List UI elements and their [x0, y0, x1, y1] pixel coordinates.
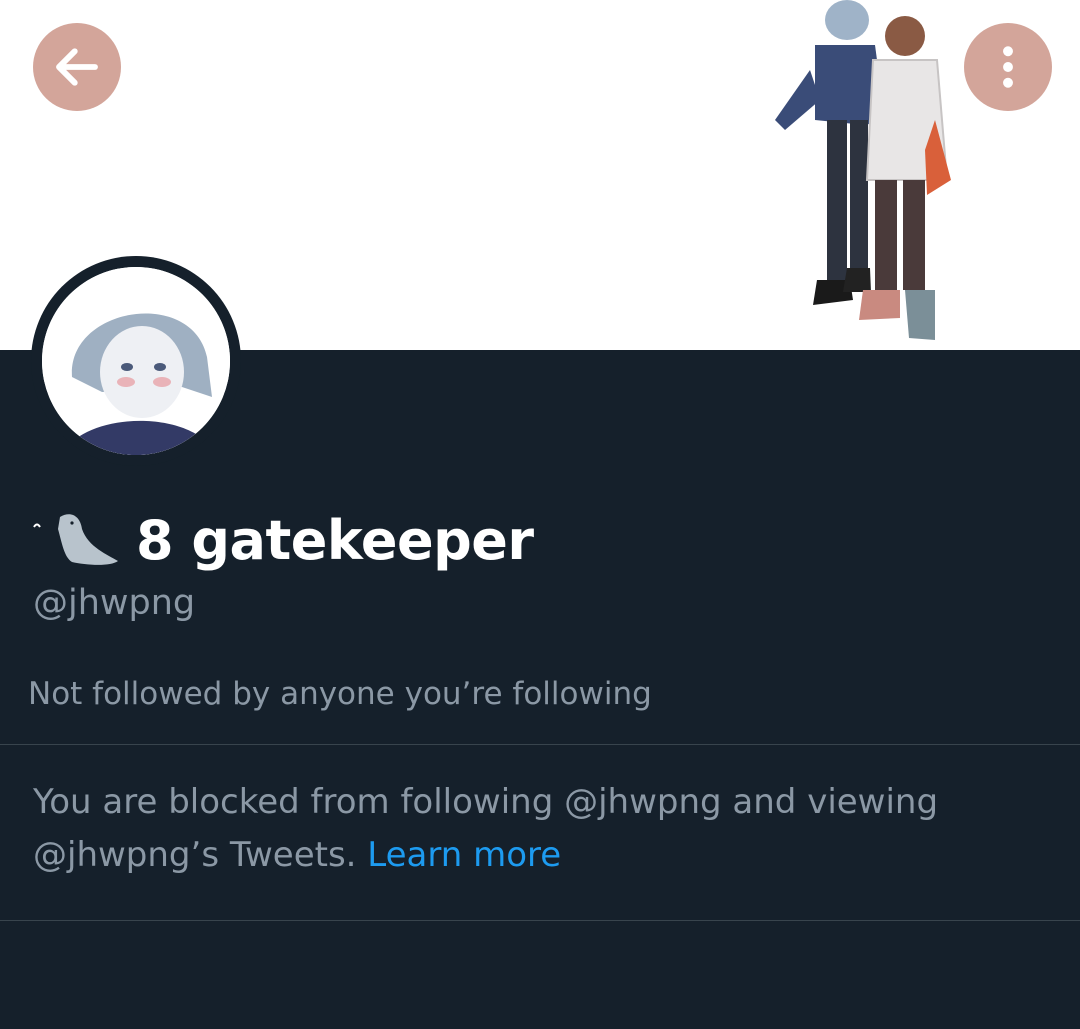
seal-icon	[33, 514, 118, 565]
avatar-illustration	[42, 267, 230, 455]
back-button[interactable]	[33, 23, 121, 111]
avatar[interactable]	[42, 267, 230, 455]
vertical-dots-icon	[1003, 46, 1013, 88]
blocked-notice: You are blocked from following @jhwpng a…	[33, 776, 1043, 882]
learn-more-link[interactable]: Learn more	[367, 835, 561, 875]
followed-by-text: Not followed by anyone you’re following	[28, 676, 652, 712]
divider	[0, 920, 1080, 921]
arrow-left-icon	[56, 48, 98, 86]
banner-illustration	[775, 0, 951, 340]
profile-handle: @jhwpng	[33, 583, 196, 623]
display-name-row: 8 gatekeeper	[30, 500, 534, 580]
divider	[0, 744, 1080, 745]
avatar-frame[interactable]	[31, 256, 241, 466]
display-name: 8 gatekeeper	[136, 508, 534, 572]
more-options-button[interactable]	[964, 23, 1052, 111]
